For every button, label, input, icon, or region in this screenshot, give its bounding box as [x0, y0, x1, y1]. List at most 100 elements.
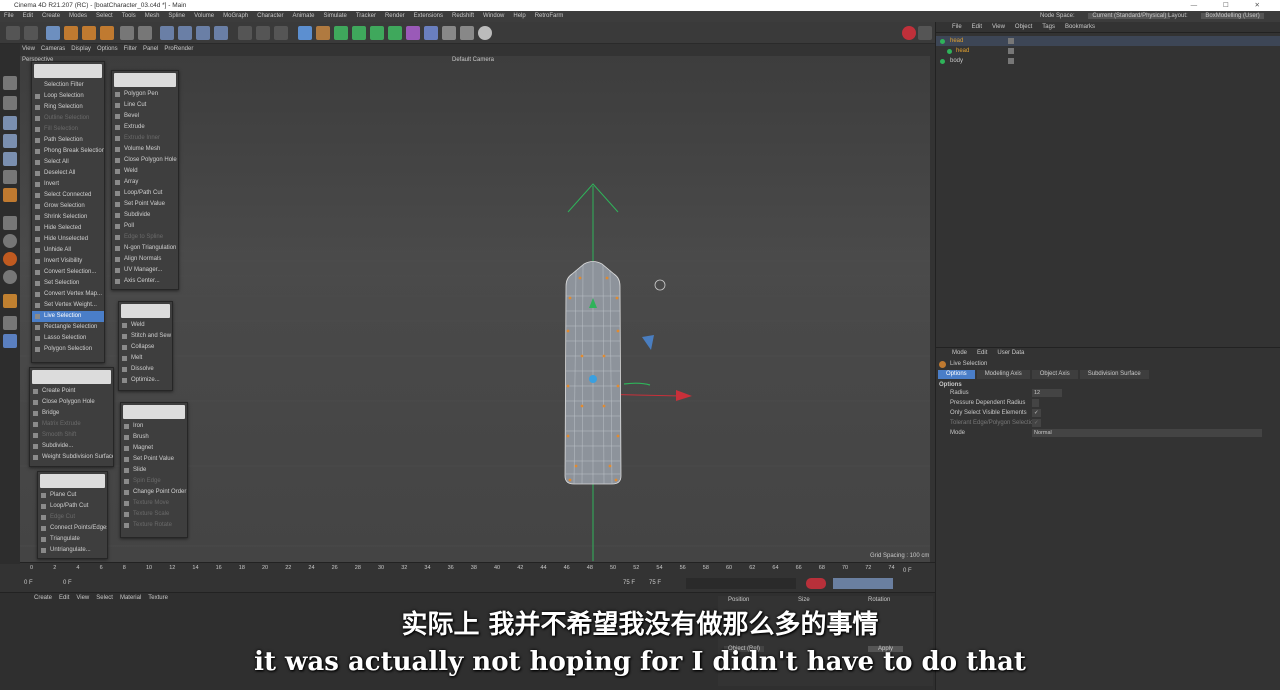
attr-field-value[interactable]: Normal	[1032, 429, 1262, 437]
tool-item[interactable]: Untriangulate...	[38, 545, 107, 556]
redo-icon[interactable]	[24, 26, 38, 40]
record-icon[interactable]	[902, 26, 916, 40]
tool-item[interactable]: Loop/Path Cut	[38, 501, 107, 512]
tool-item[interactable]: Grow Selection	[32, 201, 104, 212]
menu-extensions[interactable]: Extensions	[414, 13, 443, 19]
menu-retrofarm[interactable]: RetroFarm	[535, 13, 564, 19]
record-keys-icon[interactable]	[806, 578, 826, 589]
tool-item[interactable]: Texture Scale	[121, 509, 187, 520]
recent-tool-icon[interactable]	[120, 26, 134, 40]
texture-mode-icon[interactable]	[3, 188, 17, 202]
attr-field-value[interactable]: ✓	[1032, 419, 1041, 427]
tool-item[interactable]: Invert	[32, 179, 104, 190]
tool-item[interactable]: Texture Rotate	[121, 520, 187, 531]
attr-menu-edit[interactable]: Edit	[977, 350, 987, 356]
tool-item[interactable]: Smooth Shift	[30, 430, 113, 441]
tool-item[interactable]: Connect Points/Edges	[38, 523, 107, 534]
tool-item[interactable]: Bridge	[30, 408, 113, 419]
tool-item[interactable]: Set Point Value	[112, 199, 178, 210]
tool-item[interactable]: Close Polygon Hole	[112, 155, 178, 166]
attr-tab[interactable]: Object Axis	[1031, 370, 1078, 379]
menu-mesh[interactable]: Mesh	[145, 13, 160, 19]
tool-item[interactable]: Loop/Path Cut	[112, 188, 178, 199]
menu-character[interactable]: Character	[257, 13, 283, 19]
tool-item[interactable]: N-gon Triangulation	[112, 243, 178, 254]
rotate-icon[interactable]	[100, 26, 114, 40]
tool-item[interactable]: Magnet	[121, 443, 187, 454]
render-picture-viewer-icon[interactable]	[256, 26, 270, 40]
scale-icon[interactable]	[82, 26, 96, 40]
menu-window[interactable]: Window	[483, 13, 504, 19]
make-editable-icon[interactable]	[3, 76, 17, 90]
menu-modes[interactable]: Modes	[69, 13, 87, 19]
locked-workplane-icon[interactable]	[3, 334, 17, 348]
tool-item[interactable]: Extrude	[112, 122, 178, 133]
x-axis-arrow[interactable]	[676, 390, 692, 401]
tool-item[interactable]: Unhide All	[32, 245, 104, 256]
floor-icon[interactable]	[442, 26, 456, 40]
snap-icon[interactable]	[918, 26, 932, 40]
field-icon[interactable]	[406, 26, 420, 40]
viewport-menu-prorender[interactable]: ProRender	[164, 46, 193, 52]
tool-item[interactable]: Optimize...	[119, 375, 172, 386]
pen-icon[interactable]	[316, 26, 330, 40]
move-icon[interactable]	[64, 26, 78, 40]
tool-item[interactable]: Line Cut	[112, 100, 178, 111]
tool-item[interactable]: Deselect All	[32, 168, 104, 179]
tool-item[interactable]: Array	[112, 177, 178, 188]
tool-item[interactable]: Hide Unselected	[32, 234, 104, 245]
object-name[interactable]: head	[956, 48, 969, 54]
undo-icon[interactable]	[6, 26, 20, 40]
tool-item[interactable]: Select All	[32, 157, 104, 168]
node-space-select[interactable]: Current (Standard/Physical)	[1088, 13, 1171, 19]
tool-item[interactable]: Slide	[121, 465, 187, 476]
z-axis-handle[interactable]	[642, 335, 654, 350]
x-axis-icon[interactable]	[160, 26, 174, 40]
viewport-menu-options[interactable]: Options	[97, 46, 118, 52]
visibility-icon[interactable]	[1008, 58, 1014, 64]
objmgr-menu-object[interactable]: Object	[1015, 24, 1032, 30]
attr-field-value[interactable]: 12	[1032, 389, 1062, 397]
visibility-icon[interactable]	[1008, 48, 1014, 54]
viewport-menu-cameras[interactable]: Cameras	[41, 46, 65, 52]
scene-icon[interactable]	[424, 26, 438, 40]
viewport-menu-display[interactable]: Display	[71, 46, 91, 52]
attr-menu-user-data[interactable]: User Data	[997, 350, 1024, 356]
current-frame-field[interactable]: 0 F	[63, 580, 72, 586]
menu-render[interactable]: Render	[385, 13, 405, 19]
attr-field-value[interactable]	[1032, 399, 1039, 407]
workplane-icon[interactable]	[3, 316, 17, 330]
tool-item[interactable]: Set Vertex Weight...	[32, 300, 104, 311]
material-menu-edit[interactable]: Edit	[59, 595, 69, 601]
iron-tools-panel-header[interactable]	[123, 405, 185, 419]
preview-end-field[interactable]: 75 F	[649, 580, 661, 586]
subdivision-icon[interactable]	[334, 26, 348, 40]
tool-item[interactable]: Rectangle Selection	[32, 322, 104, 333]
objmgr-menu-file[interactable]: File	[952, 24, 962, 30]
timeline-ruler[interactable]: 0 2 4 6 8 10 12 14 16 18 20 22 24 26 28 30 32 34 36 38 40 42 4…	[20, 565, 935, 575]
menu-spline[interactable]: Spline	[168, 13, 185, 19]
window-controls[interactable]: — ☐ ✕	[1191, 0, 1272, 11]
menu-help[interactable]: Help	[513, 13, 525, 19]
render-settings-icon[interactable]	[274, 26, 288, 40]
menu-simulate[interactable]: Simulate	[324, 13, 347, 19]
objmgr-menu-bookmarks[interactable]: Bookmarks	[1065, 24, 1095, 30]
tool-item[interactable]: Bevel	[112, 111, 178, 122]
tool-item[interactable]: Outline Selection	[32, 113, 104, 124]
tool-item[interactable]: Iron	[121, 421, 187, 432]
axis-mode-icon[interactable]	[3, 170, 17, 184]
start-frame-field[interactable]: 0 F	[24, 580, 33, 586]
snap-mode-icon[interactable]	[3, 216, 17, 230]
boat-character-mesh[interactable]	[564, 261, 622, 485]
sculpt-mode-icon[interactable]	[3, 234, 17, 248]
object-row[interactable]: head	[936, 36, 1280, 46]
tool-item[interactable]: Dissolve	[119, 364, 172, 375]
menu-file[interactable]: File	[4, 13, 14, 19]
menu-tools[interactable]: Tools	[122, 13, 136, 19]
tool-item[interactable]: Axis Center...	[112, 276, 178, 287]
deformer-icon[interactable]	[388, 26, 402, 40]
visibility-icon[interactable]	[1008, 38, 1014, 44]
tool-item[interactable]: Spin Edge	[121, 476, 187, 487]
viewport-menu-view[interactable]: View	[22, 46, 35, 52]
menu-create[interactable]: Create	[42, 13, 60, 19]
